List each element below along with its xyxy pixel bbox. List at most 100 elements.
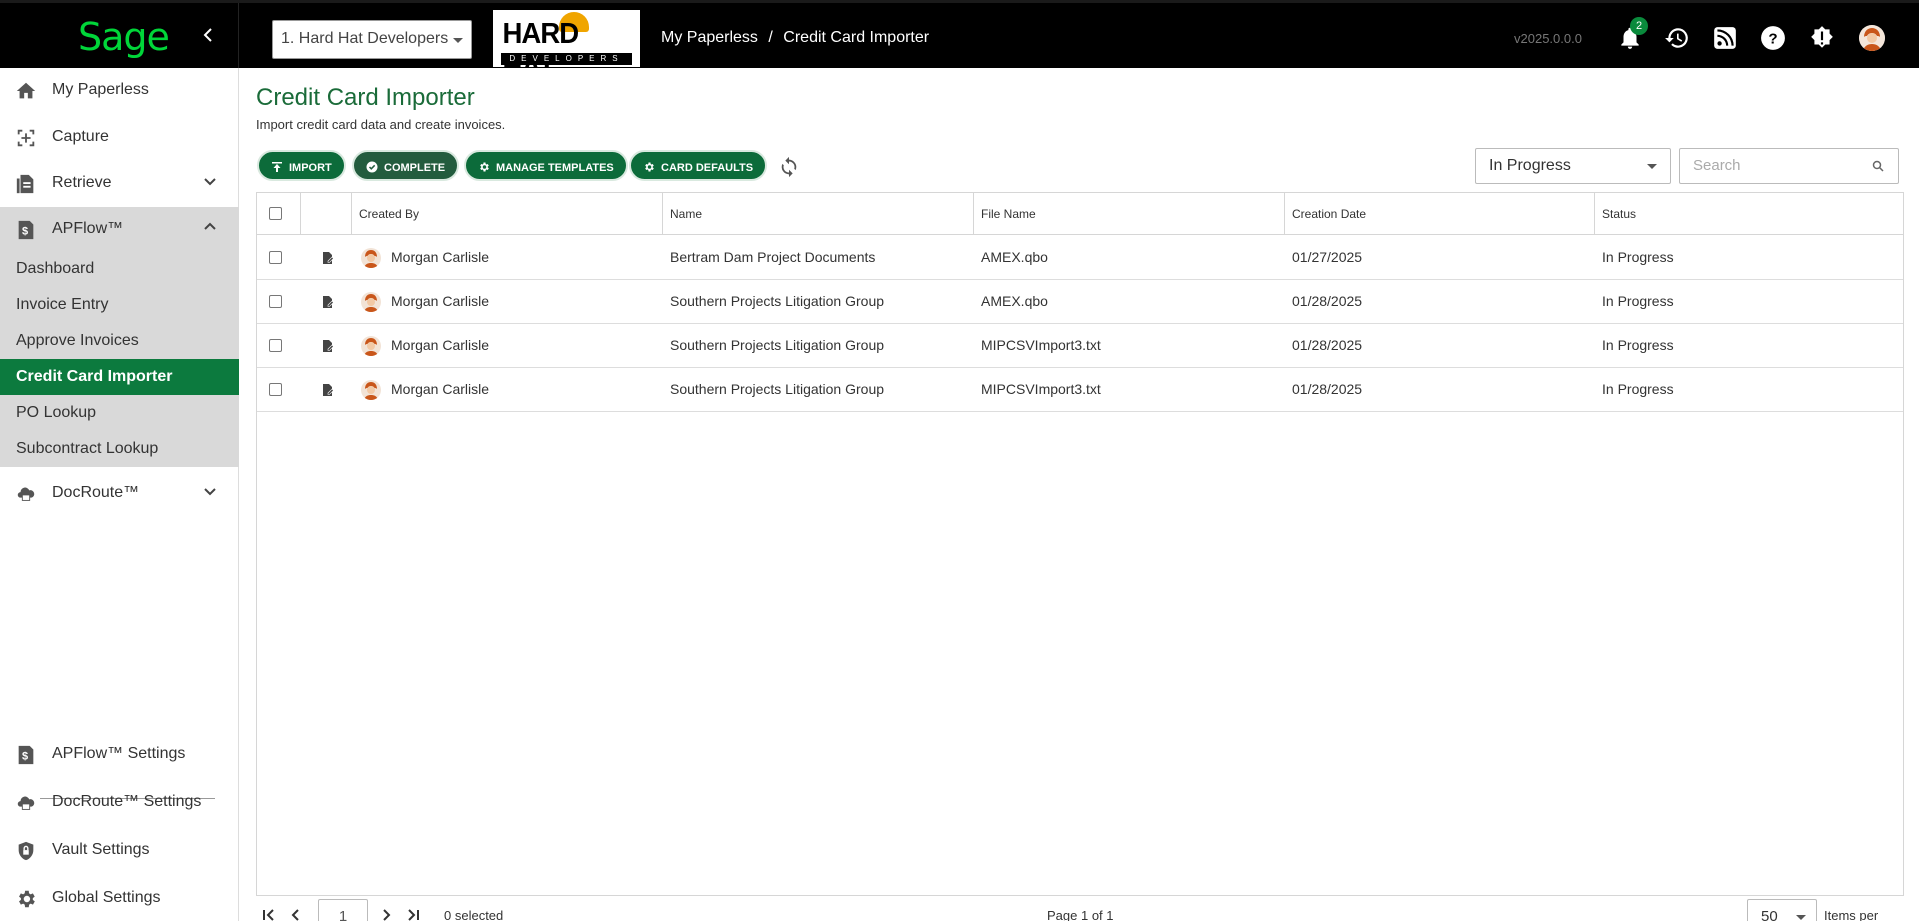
row-checkbox[interactable] [269, 383, 282, 396]
submenu-item-credit-card-importer[interactable]: Credit Card Importer [0, 359, 239, 395]
document-edit-icon[interactable] [321, 339, 335, 353]
sidebar-item-apflow[interactable]: $ APFlow™ [0, 207, 239, 251]
sidebar-item-global-settings[interactable]: Global Settings [0, 876, 239, 920]
gear-icon [480, 162, 489, 172]
sage-logo[interactable]: Sage [78, 15, 170, 59]
submenu-item-invoice-entry[interactable]: Invoice Entry [0, 287, 239, 323]
items-per-page-label: Items per page [1824, 908, 1879, 921]
row-checkbox[interactable] [269, 251, 282, 264]
home-icon [16, 82, 36, 99]
user-avatar-small [361, 336, 381, 356]
collapse-sidebar-button[interactable] [198, 25, 218, 45]
submenu-item-label: Invoice Entry [16, 296, 109, 313]
submenu-item-dashboard[interactable]: Dashboard [0, 251, 239, 287]
cell-status: In Progress [1602, 293, 1674, 309]
submenu-item-po-lookup[interactable]: PO Lookup [0, 395, 239, 431]
search-icon [1872, 160, 1884, 172]
breadcrumb-my-paperless[interactable]: My Paperless [661, 29, 758, 46]
document-edit-icon[interactable] [321, 295, 335, 309]
sidebar-item-label: DocRoute™ [52, 484, 140, 501]
import-button[interactable]: IMPORT [257, 150, 346, 181]
card-defaults-button[interactable]: CARD DEFAULTS [629, 150, 768, 181]
manage-templates-button[interactable]: MANAGE TEMPLATES [464, 150, 628, 181]
main-content: Credit Card Importer Import credit card … [240, 68, 1919, 921]
table-row[interactable]: Morgan Carlisle Southern Projects Litiga… [257, 324, 1903, 368]
rss-button[interactable] [1712, 25, 1738, 51]
header-icon-cell [301, 193, 352, 235]
page-number-input[interactable]: 1 [318, 899, 368, 921]
user-avatar[interactable] [1859, 25, 1885, 51]
column-header-created-by[interactable]: Created By [352, 193, 663, 235]
company-select-value: 1. Hard Hat Developers [281, 30, 449, 47]
column-header-status[interactable]: Status [1595, 193, 1903, 235]
cell-creation-date: 01/28/2025 [1292, 381, 1363, 397]
cloud-printer-icon [17, 487, 35, 501]
dollar-doc-icon: $ [18, 745, 34, 765]
refresh-icon [781, 156, 797, 178]
next-page-icon[interactable] [377, 906, 395, 921]
submenu-item-subcontract-lookup[interactable]: Subcontract Lookup [0, 431, 239, 467]
document-edit-icon[interactable] [321, 383, 335, 397]
company-select[interactable]: 1. Hard Hat Developers [272, 20, 472, 59]
table-row[interactable]: Morgan Carlisle Southern Projects Litiga… [257, 280, 1903, 324]
cell-name: Southern Projects Litigation Group [670, 293, 885, 309]
first-page-icon[interactable] [260, 906, 278, 921]
user-avatar-small [361, 380, 381, 400]
search-input[interactable]: Search [1679, 148, 1899, 184]
check-circle-icon [366, 161, 378, 173]
column-header-name[interactable]: Name [663, 193, 974, 235]
sidebar-item-apflow-settings[interactable]: $ APFlow™ Settings [0, 732, 239, 776]
history-button[interactable] [1664, 25, 1690, 51]
items-per-page-select[interactable]: 50 [1747, 899, 1817, 921]
svg-text:$: $ [22, 751, 28, 763]
column-header-creation-date[interactable]: Creation Date [1285, 193, 1595, 235]
items-per-page-value: 50 [1761, 908, 1778, 921]
document-edit-icon[interactable] [321, 251, 335, 265]
status-filter-select[interactable]: In Progress [1475, 148, 1671, 184]
table-row[interactable]: Morgan Carlisle Southern Projects Litiga… [257, 368, 1903, 412]
sidebar-item-label: APFlow™ Settings [52, 745, 186, 762]
breadcrumb-separator: / [768, 29, 773, 46]
capture-icon [17, 129, 35, 147]
dropdown-caret-icon [453, 38, 463, 43]
sidebar-item-capture[interactable]: Capture [0, 115, 239, 159]
refresh-button[interactable] [778, 156, 800, 178]
sidebar-item-label: APFlow™ [52, 220, 124, 237]
last-page-icon[interactable] [404, 906, 422, 921]
cell-name: Southern Projects Litigation Group [670, 381, 885, 397]
table-row[interactable]: Morgan Carlisle Bertram Dam Project Docu… [257, 236, 1903, 280]
submenu-item-label: Subcontract Lookup [16, 440, 159, 457]
notification-count-badge: 2 [1630, 17, 1648, 35]
sidebar-item-retrieve[interactable]: Retrieve [0, 161, 239, 205]
alerts-button[interactable] [1809, 25, 1835, 51]
chevron-down-icon [204, 488, 216, 496]
submenu-item-approve-invoices[interactable]: Approve Invoices [0, 323, 239, 359]
prev-page-icon[interactable] [287, 906, 305, 921]
cloud-printer-icon [17, 796, 35, 810]
company-logo-subtext: DEVELOPERS [501, 53, 632, 65]
card-defaults-label: CARD DEFAULTS [661, 162, 754, 174]
cell-file-name: MIPCSVImport3.txt [981, 337, 1101, 353]
sidebar-item-docroute[interactable]: DocRoute™ [0, 471, 239, 515]
complete-button[interactable]: COMPLETE [352, 150, 460, 181]
select-all-checkbox[interactable] [269, 207, 282, 220]
retrieve-icon [16, 174, 34, 194]
cell-created-by: Morgan Carlisle [391, 293, 490, 309]
svg-text:$: $ [22, 226, 28, 238]
column-header-file-name[interactable]: File Name [974, 193, 1285, 235]
sidebar-item-label: Vault Settings [52, 841, 150, 858]
submenu-item-label: PO Lookup [16, 404, 97, 421]
sidebar-item-docroute-settings[interactable]: DocRoute™ Settings [0, 780, 239, 824]
user-avatar-small [361, 248, 381, 268]
gear-icon [19, 890, 35, 908]
sidebar-item-vault-settings[interactable]: Vault Settings [0, 828, 239, 872]
sidebar-item-label: Retrieve [52, 174, 112, 191]
help-button[interactable]: ? [1760, 25, 1786, 51]
sidebar-item-label: Global Settings [52, 889, 161, 906]
sidebar-item-my-paperless[interactable]: My Paperless [0, 68, 239, 112]
cell-name: Southern Projects Litigation Group [670, 337, 885, 353]
cell-file-name: AMEX.qbo [981, 249, 1048, 265]
user-avatar-small [361, 292, 381, 312]
row-checkbox[interactable] [269, 339, 282, 352]
row-checkbox[interactable] [269, 295, 282, 308]
